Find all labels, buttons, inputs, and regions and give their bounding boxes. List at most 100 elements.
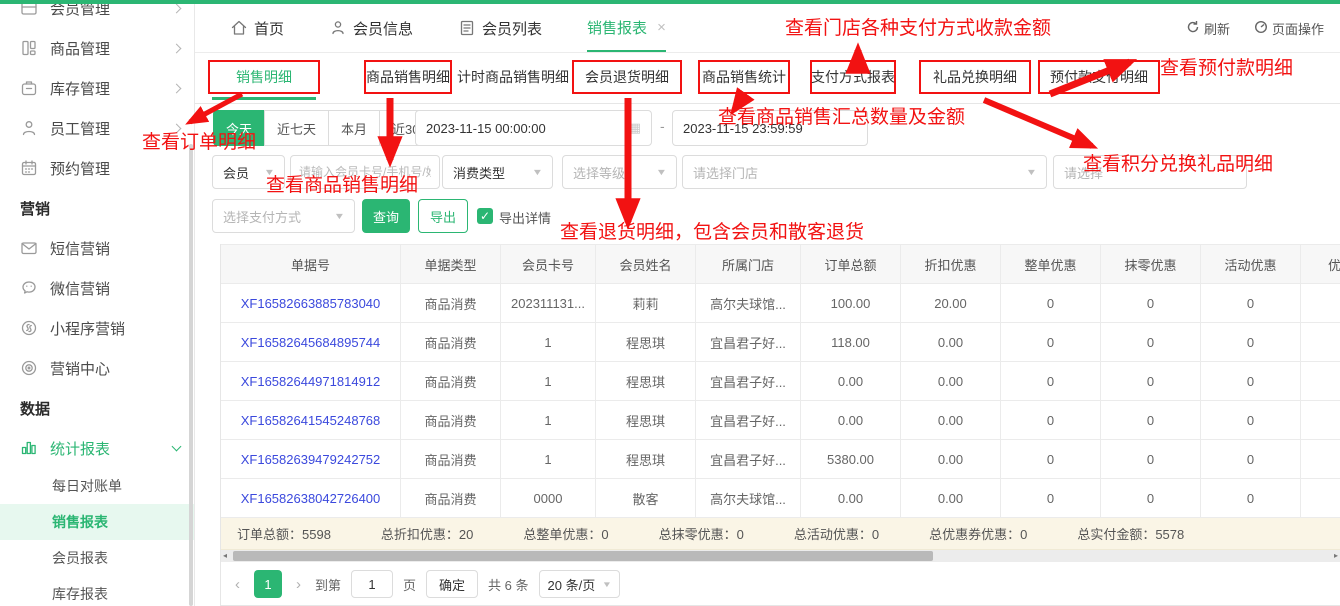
- table-cell: 0: [1001, 284, 1101, 323]
- miniprogram-icon: [20, 319, 40, 337]
- table-row: XF16582639479242752商品消费1程思琪宜昌君子好...5380.…: [221, 440, 1340, 479]
- refresh-button[interactable]: 刷新: [1186, 19, 1230, 38]
- subtab-礼品兑换明细[interactable]: 礼品兑换明细: [919, 60, 1031, 94]
- summary-item: 总优惠券优惠：0: [929, 524, 1027, 543]
- table-cell: 莉莉: [596, 284, 696, 323]
- subtab-计时商品销售明细[interactable]: 计时商品销售明细: [456, 60, 570, 94]
- table-cell: 0: [1201, 440, 1301, 479]
- prev-page-button[interactable]: ‹: [231, 576, 244, 593]
- page-size-select[interactable]: 20 条/页 ▼: [539, 570, 621, 598]
- tab-会员信息[interactable]: 会员信息: [329, 4, 413, 52]
- order-number-link[interactable]: XF16582641545248768: [221, 401, 401, 440]
- query-button[interactable]: 查询: [362, 199, 410, 233]
- tab-销售报表[interactable]: 销售报表×: [587, 4, 666, 52]
- consume-type-select[interactable]: 消费类型 ▼: [442, 155, 553, 189]
- tab-首页[interactable]: 首页: [230, 4, 284, 52]
- table-cell: [1301, 323, 1340, 362]
- sidebar-scrollbar[interactable]: [189, 144, 193, 606]
- table-cell: 0.00: [901, 323, 1001, 362]
- sidebar-item[interactable]: 营销中心: [0, 348, 194, 388]
- date-from-input[interactable]: 2023-11-15 00:00:00 ▦: [415, 110, 652, 146]
- order-number-link[interactable]: XF16582639479242752: [221, 440, 401, 479]
- table-body: XF16582663885783040商品消费202311131...莉莉高尔夫…: [221, 284, 1340, 518]
- sidebar-item[interactable]: 库存管理: [0, 68, 194, 108]
- chevron-right-icon: [172, 4, 182, 13]
- goto-confirm-button[interactable]: 确定: [426, 570, 478, 598]
- order-number-link[interactable]: XF16582663885783040: [221, 284, 401, 323]
- order-number-link[interactable]: XF16582645684895744: [221, 323, 401, 362]
- horizontal-scrollbar[interactable]: ◂ ▸: [221, 550, 1340, 562]
- close-icon[interactable]: ×: [657, 19, 666, 36]
- column-header: 订单总额: [801, 244, 901, 284]
- table-cell: 0: [1001, 479, 1101, 518]
- chevron-down-icon: [172, 442, 182, 452]
- table-header: 单据号单据类型会员卡号会员姓名所属门店订单总额折扣优惠整单优惠抹零优惠活动优惠优…: [221, 244, 1340, 284]
- table-cell: 宜昌君子好...: [696, 440, 801, 479]
- sidebar-subitem[interactable]: 库存报表: [0, 576, 194, 606]
- scroll-right-arrow-icon[interactable]: ▸: [1334, 551, 1338, 561]
- summary-item: 总整单优惠：0: [523, 524, 608, 543]
- tab-actions: 刷新 页面操作: [1186, 4, 1340, 52]
- table-cell: [1301, 479, 1340, 518]
- sidebar-subitem[interactable]: 会员报表: [0, 540, 194, 576]
- chevron-down-icon: ▼: [1026, 167, 1038, 177]
- sidebar-item[interactable]: 会员管理: [0, 4, 194, 28]
- tab-会员列表[interactable]: 会员列表: [458, 4, 542, 52]
- current-page-button[interactable]: 1: [254, 570, 282, 598]
- sidebar-item-label: 微信营销: [50, 278, 180, 299]
- sidebar-item-label: 短信营销: [50, 238, 180, 259]
- column-header: 会员姓名: [596, 244, 696, 284]
- table-cell: 0: [1201, 362, 1301, 401]
- column-header: 单据号: [221, 244, 401, 284]
- export-button[interactable]: 导出: [418, 199, 468, 233]
- refresh-icon: [1186, 20, 1200, 37]
- scroll-left-arrow-icon[interactable]: ◂: [223, 551, 227, 561]
- subtab-商品销售明细[interactable]: 商品销售明细: [364, 60, 452, 94]
- quick-range-近七天[interactable]: 近七天: [264, 110, 329, 146]
- annotation-text: 查看商品销售汇总数量及金额: [718, 102, 965, 129]
- store-select[interactable]: 请选择门店 ▼: [682, 155, 1047, 189]
- table-cell: 1: [501, 323, 596, 362]
- sidebar-item[interactable]: 预约管理: [0, 148, 194, 188]
- page-actions-button[interactable]: 页面操作: [1254, 19, 1324, 38]
- subtab-会员退货明细[interactable]: 会员退货明细: [572, 60, 682, 94]
- sidebar-item[interactable]: 短信营销: [0, 228, 194, 268]
- table-cell: 商品消费: [401, 323, 501, 362]
- table-cell: 0: [1101, 362, 1201, 401]
- subtab-支付方式报表[interactable]: 支付方式报表: [810, 60, 896, 94]
- subtab-销售明细[interactable]: 销售明细: [208, 60, 320, 94]
- sms-icon: [20, 239, 40, 257]
- goto-page-input[interactable]: [351, 570, 393, 598]
- sidebar-subitem[interactable]: 销售报表: [0, 504, 194, 540]
- payment-method-select[interactable]: 选择支付方式 ▼: [212, 199, 355, 233]
- subtab-商品销售统计[interactable]: 商品销售统计: [698, 60, 790, 94]
- sidebar-item[interactable]: 商品管理: [0, 28, 194, 68]
- summary-item: 总抹零优惠：0: [659, 524, 744, 543]
- sidebar-item[interactable]: 微信营销: [0, 268, 194, 308]
- order-number-link[interactable]: XF16582644971814912: [221, 362, 401, 401]
- sidebar-item[interactable]: 统计报表: [0, 428, 194, 468]
- calendar-icon: [20, 159, 40, 177]
- main-content: 首页会员信息会员列表销售报表× 刷新 页面操作 销售明细 商品销售明细计时商品销售…: [195, 4, 1340, 606]
- date-from-value: 2023-11-15 00:00:00: [426, 121, 546, 136]
- sidebar-subitem[interactable]: 每日对账单: [0, 468, 194, 504]
- table-cell: [1301, 362, 1340, 401]
- table-cell: 商品消费: [401, 401, 501, 440]
- table-cell: 高尔夫球馆...: [696, 479, 801, 518]
- annotation-text: 查看积分兑换礼品明细: [1083, 149, 1273, 176]
- table-cell: 0: [1001, 401, 1101, 440]
- sidebar-item-label: 小程序营销: [50, 318, 180, 339]
- next-page-button[interactable]: ›: [292, 576, 305, 593]
- home-icon: [230, 19, 248, 37]
- table-header-row: 单据号单据类型会员卡号会员姓名所属门店订单总额折扣优惠整单优惠抹零优惠活动优惠优…: [221, 244, 1340, 284]
- table-cell: 程思琪: [596, 362, 696, 401]
- table-cell: 商品消费: [401, 440, 501, 479]
- quick-range-本月[interactable]: 本月: [328, 110, 380, 146]
- scrollbar-thumb[interactable]: [233, 551, 933, 561]
- subtab-预付款支付明细[interactable]: 预付款支付明细: [1038, 60, 1160, 94]
- sidebar-item[interactable]: 小程序营销: [0, 308, 194, 348]
- order-number-link[interactable]: XF16582638042726400: [221, 479, 401, 518]
- level-select[interactable]: 选择等级 ▼: [562, 155, 677, 189]
- export-detail-checkbox[interactable]: ✓: [477, 208, 493, 224]
- summary-item: 总实付金额：5578: [1077, 524, 1184, 543]
